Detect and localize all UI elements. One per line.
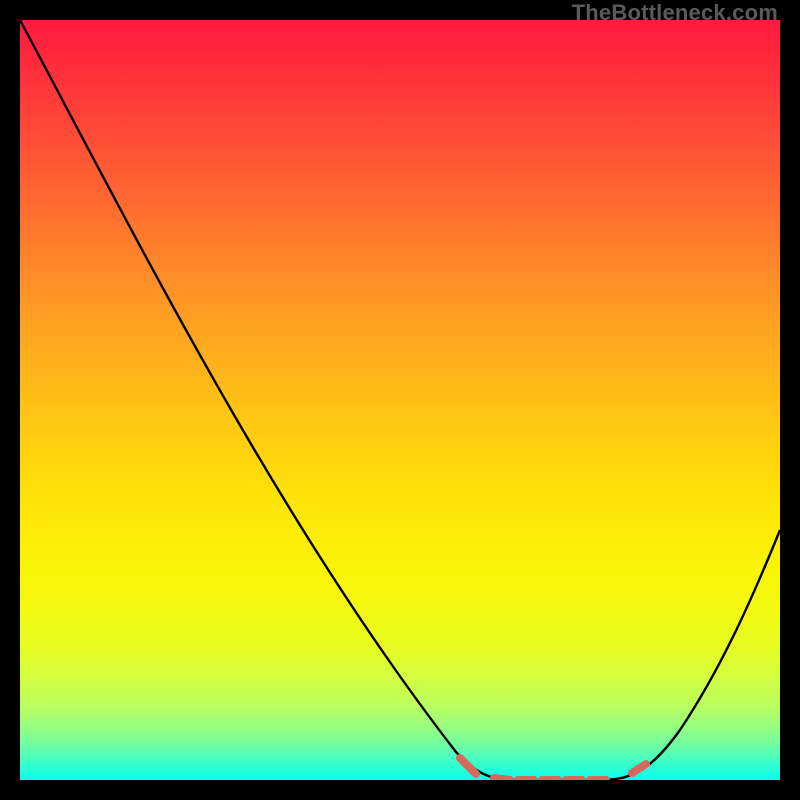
chart-frame: TheBottleneck.com bbox=[0, 0, 800, 800]
chart-svg bbox=[20, 20, 780, 780]
bottleneck-curve bbox=[20, 20, 780, 780]
watermark-text: TheBottleneck.com bbox=[572, 0, 778, 26]
